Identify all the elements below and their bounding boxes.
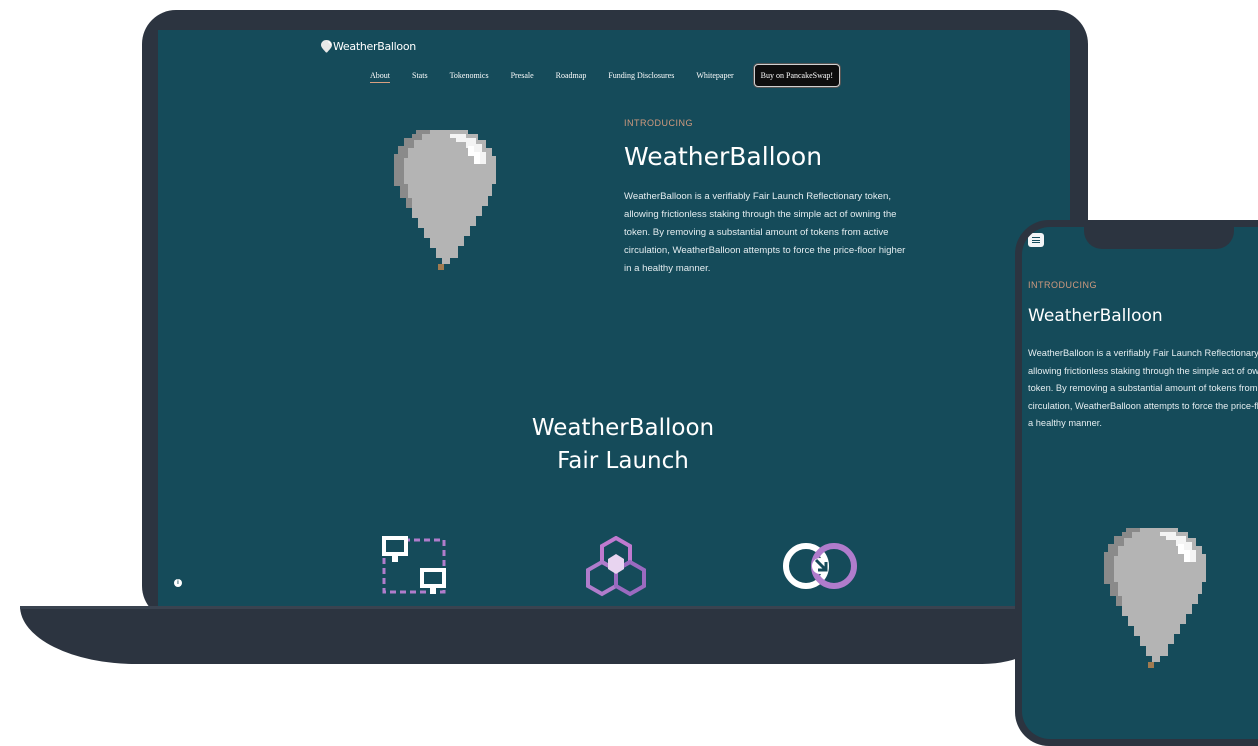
mobile-intro-description: WeatherBalloon is a verifiably Fair Laun…	[1028, 348, 1258, 428]
main-nav: About Stats Tokenomics Presale Roadmap F…	[370, 64, 841, 87]
nav-tokenomics[interactable]: Tokenomics	[450, 71, 489, 80]
buy-pancakeswap-button[interactable]: Buy on PancakeSwap!	[753, 64, 841, 87]
phone-notch	[1084, 227, 1234, 249]
mobile-intro-title: WeatherBalloon	[1028, 306, 1163, 326]
fair-launch-line2: Fair Launch	[557, 448, 689, 474]
fair-launch-heading: WeatherBalloon Fair Launch	[458, 412, 788, 478]
hamburger-menu-icon[interactable]	[1028, 233, 1044, 247]
mobile-intro-kicker: INTRODUCING	[1028, 280, 1097, 290]
nav-roadmap[interactable]: Roadmap	[556, 71, 587, 80]
intro-title: WeatherBalloon	[624, 142, 823, 171]
intro-description: WeatherBalloon is a verifiably Fair Laun…	[624, 191, 906, 274]
laptop-base-lip	[20, 606, 1050, 609]
laptop-screen: WeatherBalloon About Stats Tokenomics Pr…	[158, 30, 1070, 606]
nav-stats[interactable]: Stats	[412, 71, 428, 80]
intro-kicker: INTRODUCING	[624, 118, 693, 128]
hexagon-network-icon	[586, 536, 646, 597]
balloon-logo-icon	[321, 40, 332, 53]
nav-about[interactable]: About	[370, 71, 390, 83]
nav-whitepaper[interactable]: Whitepaper	[696, 71, 733, 80]
nav-funding-disclosures[interactable]: Funding Disclosures	[608, 71, 674, 80]
rotate-arrow-icon	[783, 543, 857, 589]
phone-frame: INTRODUCING WeatherBalloon WeatherBalloo…	[1015, 220, 1258, 746]
site-logo[interactable]: WeatherBalloon	[321, 40, 416, 53]
info-icon[interactable]: i	[174, 579, 182, 587]
phone-screen: INTRODUCING WeatherBalloon WeatherBalloo…	[1022, 227, 1258, 739]
balloon-illustration	[394, 130, 496, 270]
fair-launch-line1: WeatherBalloon	[531, 415, 715, 441]
laptop-base	[20, 606, 1050, 664]
nav-presale[interactable]: Presale	[511, 71, 534, 80]
site-logo-text: WeatherBalloon	[333, 40, 416, 53]
transfer-screens-icon	[382, 536, 446, 594]
mobile-balloon-illustration	[1104, 528, 1206, 668]
